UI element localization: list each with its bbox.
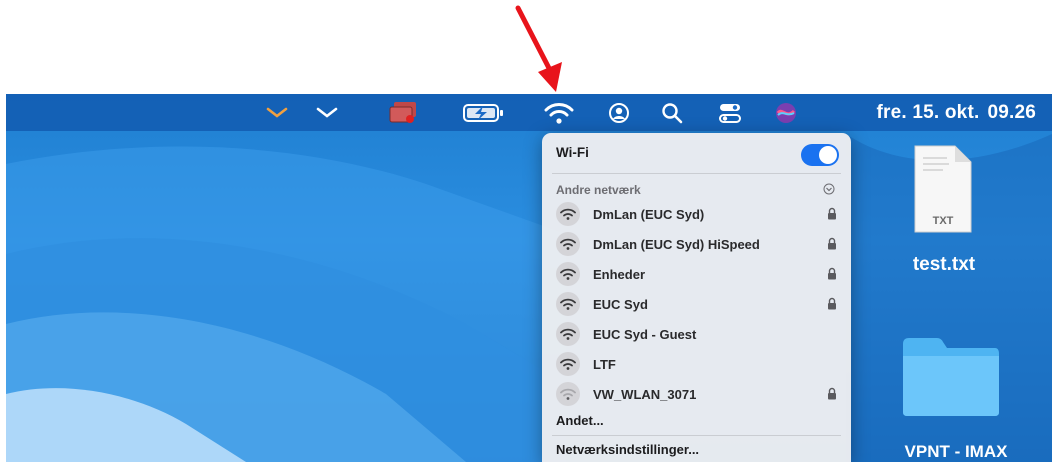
search-icon[interactable] <box>657 94 687 131</box>
network-name: DmLan (EUC Syd) HiSpeed <box>593 237 760 252</box>
network-item-dmlan-euc-syd[interactable]: DmLan (EUC Syd) <box>548 199 845 229</box>
chevron-down-icon[interactable] <box>823 183 835 195</box>
other-networks-heading: Andre netværk <box>556 183 641 197</box>
network-name: VW_WLAN_3071 <box>593 387 697 402</box>
clock-time: 09.26 <box>987 101 1036 123</box>
lock-icon <box>828 267 836 280</box>
clock-date: fre. 15. okt. <box>876 101 980 123</box>
other-network-item[interactable]: Andet... <box>556 413 604 428</box>
lock-icon <box>828 207 836 220</box>
screen-record-icon[interactable] <box>384 94 424 131</box>
text-file-icon: TXT <box>914 145 972 233</box>
lock-icon <box>828 387 836 400</box>
wifi-signal-icon <box>556 262 580 286</box>
wallpaper <box>6 134 1052 462</box>
network-item-vw-wlan-3071[interactable]: VW_WLAN_3071 <box>548 379 845 409</box>
wifi-signal-icon <box>556 232 580 256</box>
network-item-euc-syd-guest[interactable]: EUC Syd - Guest <box>548 319 845 349</box>
network-item-enheder[interactable]: Enheder <box>548 259 845 289</box>
network-item-euc-syd[interactable]: EUC Syd <box>548 289 845 319</box>
lock-icon <box>828 237 836 250</box>
control-center-icon[interactable] <box>714 94 746 131</box>
file-name-label: test.txt <box>912 254 976 275</box>
menu-bar: fre. 15. okt. 09.26 <box>6 94 1052 131</box>
user-icon[interactable] <box>604 94 634 131</box>
siri-icon[interactable] <box>770 94 802 131</box>
battery-charging-icon[interactable] <box>458 94 510 131</box>
network-settings-item[interactable]: Netværksindstillinger... <box>556 442 699 457</box>
chevron-icon[interactable] <box>262 94 292 131</box>
network-item-dmlan-hispeed[interactable]: DmLan (EUC Syd) HiSpeed <box>548 229 845 259</box>
network-name: LTF <box>593 357 616 372</box>
wifi-toggle[interactable] <box>801 144 839 166</box>
divider <box>552 173 841 174</box>
desktop: fre. 15. okt. 09.26 TXT test.txt VPNT - … <box>6 94 1052 462</box>
annotation-arrow <box>515 5 562 92</box>
chevron-icon[interactable] <box>312 94 342 131</box>
wifi-signal-icon <box>556 322 580 346</box>
file-type-badge: TXT <box>933 215 954 227</box>
network-name: EUC Syd - Guest <box>593 327 697 342</box>
wifi-title: Wi-Fi <box>556 145 589 160</box>
network-name: EUC Syd <box>593 297 648 312</box>
divider <box>552 435 841 436</box>
wifi-signal-icon <box>556 292 580 316</box>
wifi-header: Wi-Fi <box>542 133 851 173</box>
lock-icon <box>828 297 836 310</box>
network-name: Enheder <box>593 267 646 282</box>
toggle-knob <box>819 146 837 164</box>
wifi-signal-icon <box>556 352 580 376</box>
wifi-signal-weak-icon <box>556 382 580 406</box>
wifi-signal-icon <box>556 202 580 226</box>
folder-icon[interactable] <box>899 334 1003 418</box>
network-item-ltf[interactable]: LTF <box>548 349 845 379</box>
wifi-menu: Wi-Fi Andre netværk DmLan (EUC Syd) DmLa… <box>542 133 851 462</box>
folder-label: VPNT - IMAX <box>904 442 1008 461</box>
network-name: DmLan (EUC Syd) <box>593 207 705 222</box>
menubar-clock[interactable]: fre. 15. okt. 09.26 <box>877 94 1036 131</box>
wifi-icon[interactable] <box>539 94 579 131</box>
